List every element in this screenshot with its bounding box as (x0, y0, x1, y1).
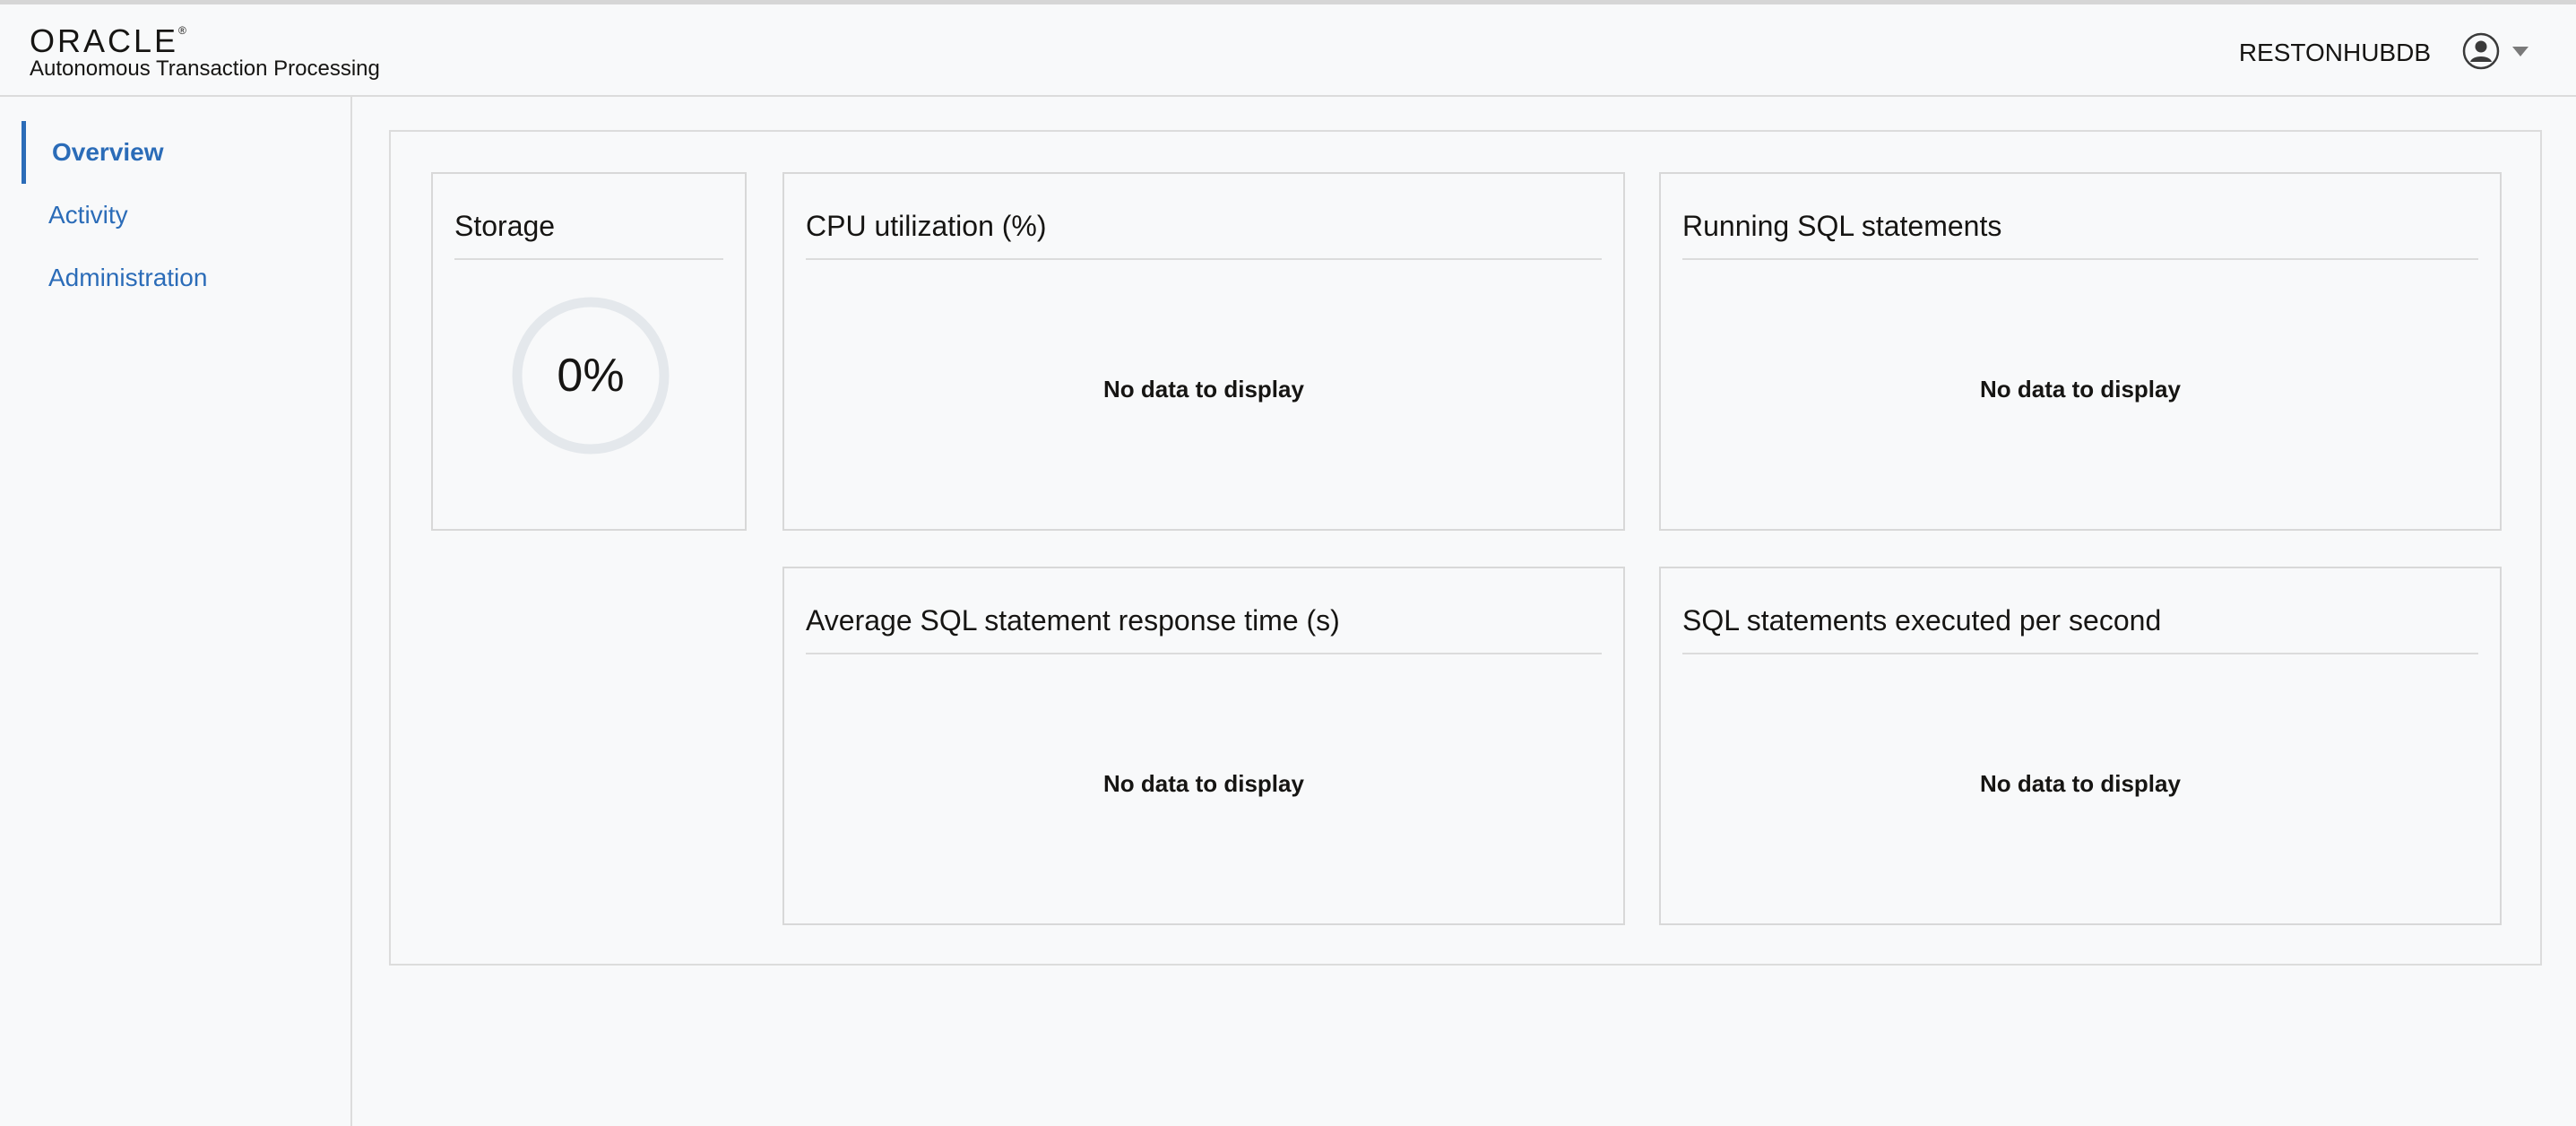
sidebar-nav: Overview Activity Administration (0, 97, 352, 1126)
cpu-utilization-card: CPU utilization (%) No data to display (782, 172, 1625, 531)
storage-gauge: 0% (510, 295, 671, 456)
running-sql-title: Running SQL statements (1682, 210, 2478, 260)
avg-response-time-card: Average SQL statement response time (s) … (782, 567, 1625, 925)
storage-card: Storage 0% (431, 172, 747, 531)
product-name: Autonomous Transaction Processing (30, 56, 380, 81)
sql-per-second-no-data-message: No data to display (1980, 770, 2181, 797)
oracle-logo: ORACLE® (30, 22, 186, 60)
running-sql-no-data-message: No data to display (1980, 376, 2181, 403)
brand-name: ORACLE (30, 22, 179, 59)
user-menu-button[interactable] (2462, 31, 2529, 71)
running-sql-card: Running SQL statements No data to displa… (1659, 172, 2502, 531)
cpu-utilization-title: CPU utilization (%) (806, 210, 1602, 260)
avg-response-no-data-message: No data to display (1103, 770, 1304, 797)
database-name: RESTONHUBDB (2238, 39, 2431, 66)
storage-title: Storage (454, 210, 723, 260)
sidebar-item-overview[interactable]: Overview (22, 121, 326, 184)
cpu-no-data-message: No data to display (1103, 376, 1304, 403)
sidebar-item-administration[interactable]: Administration (22, 247, 326, 309)
sidebar-item-activity[interactable]: Activity (22, 184, 326, 247)
sql-per-second-title: SQL statements executed per second (1682, 604, 2478, 654)
trademark: ® (178, 24, 186, 37)
sql-per-second-card: SQL statements executed per second No da… (1659, 567, 2502, 925)
overview-panel: Storage 0% CPU utilization (%) No data t… (389, 130, 2542, 966)
caret-down-icon (2512, 46, 2528, 56)
avg-response-time-title: Average SQL statement response time (s) (806, 604, 1602, 654)
storage-value: 0% (557, 350, 625, 402)
app-header: ORACLE® Autonomous Transaction Processin… (0, 0, 2576, 97)
user-avatar-icon (2462, 32, 2500, 70)
